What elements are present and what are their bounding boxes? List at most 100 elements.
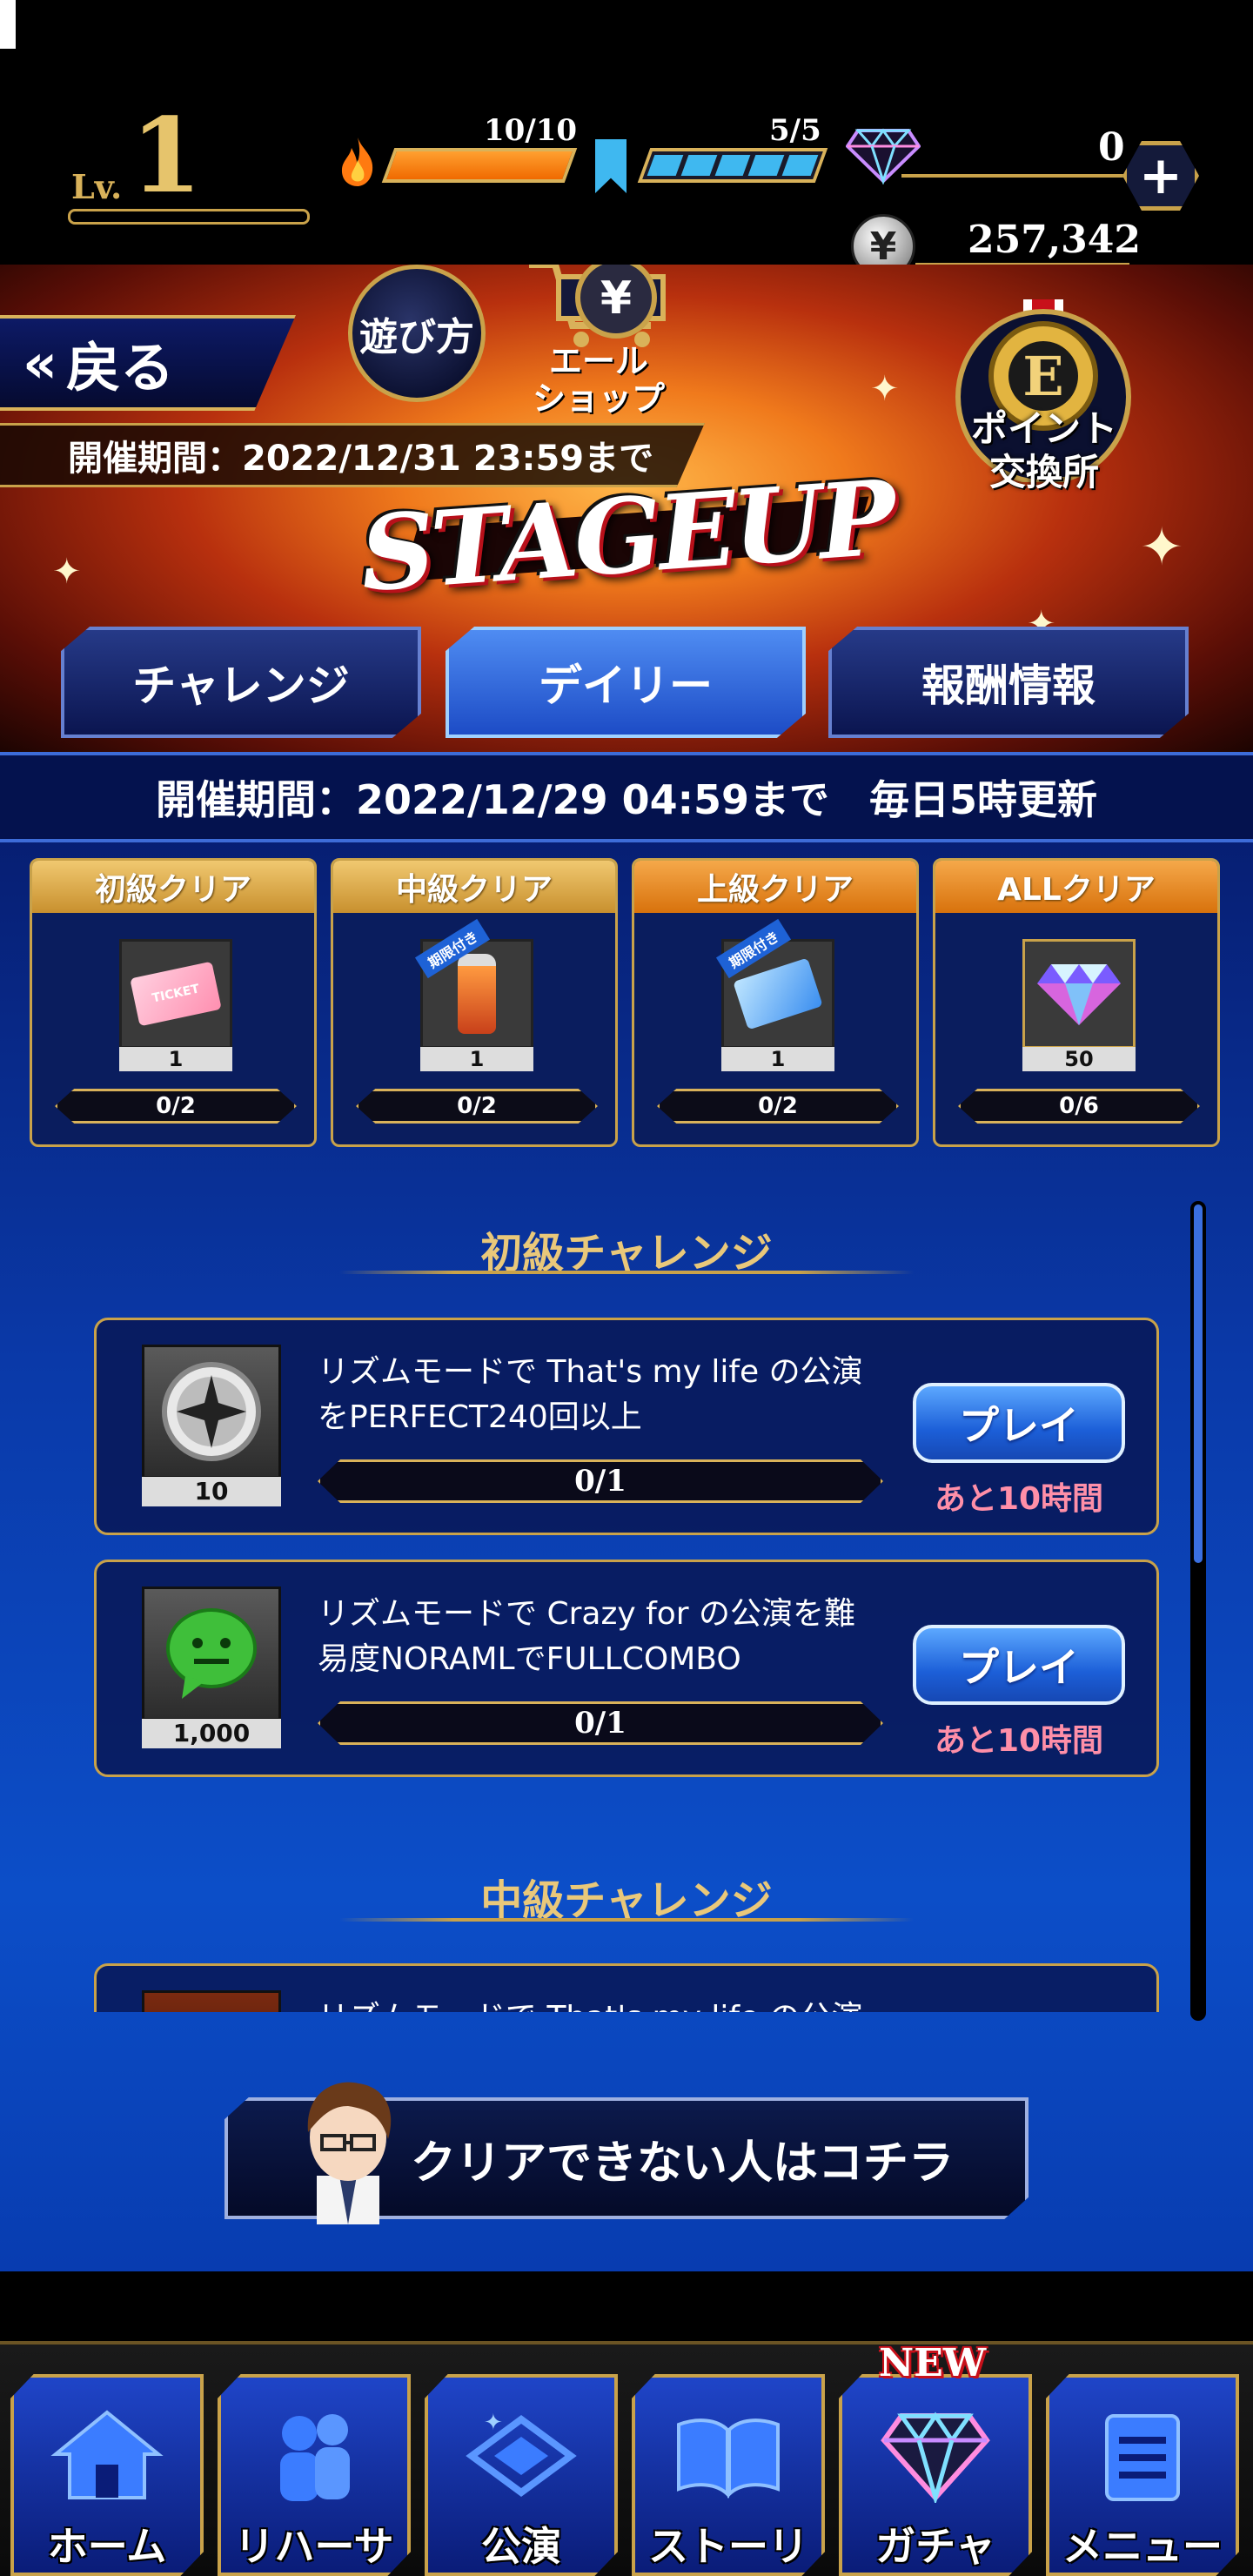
sparkle-icon: ✦	[1140, 517, 1184, 578]
tab-reward-info-label: 報酬情報	[921, 661, 1096, 711]
level-prefix: Lv.	[71, 167, 123, 206]
mission-card: 10 リズムモードで That's my life の公演 をPERFECT24…	[94, 1318, 1159, 1535]
mission-description: リズムモードで That's my life の公演 をPERFECT240回以…	[318, 1350, 927, 1440]
gem-count: 0	[1098, 125, 1125, 170]
time-remaining: あと10時間	[934, 1481, 1104, 1517]
play-button[interactable]: プレイ	[913, 1625, 1125, 1705]
gem-underline	[901, 174, 1136, 178]
reward-card-all[interactable]: ALLクリア 50 0/6	[933, 858, 1220, 1147]
reward-progress: 0/2	[356, 1089, 598, 1124]
nav-gacha[interactable]: ガチャ	[839, 2374, 1032, 2576]
reward-title: 上級クリア	[634, 861, 916, 913]
reward-qty: 1	[420, 1047, 533, 1071]
book-icon	[677, 2418, 780, 2499]
stamina-value: 10/10	[484, 113, 578, 148]
how-to-play-label: 遊び方	[359, 315, 474, 359]
gacha-gem-icon	[881, 2412, 990, 2503]
list-clip: リズムモードで That's my life の公演	[0, 1963, 1253, 2012]
diamond-icon	[1022, 939, 1136, 1049]
nav-stage-label: 公演	[481, 2523, 561, 2570]
nav-menu-label: メニュー	[1062, 2523, 1223, 2570]
nav-stage[interactable]: ✦ 公演	[425, 2374, 618, 2576]
mission-description: リズムモードで Crazy for の公演を難 易度NORAMLでFULLCOM…	[318, 1592, 927, 1682]
star-medal-icon	[142, 1345, 281, 1479]
double-chevron-left-icon: «	[23, 331, 58, 395]
tab-daily-label: デイリー	[539, 661, 713, 711]
mission-reward-qty: 1,000	[142, 1719, 281, 1748]
nav-home[interactable]: ホーム	[10, 2374, 204, 2576]
reward-title: 中級クリア	[333, 861, 615, 913]
back-label: 戻る	[66, 336, 175, 399]
level-value: 1	[131, 95, 203, 216]
bottom-navigation: ホーム リハーサル ✦ 公演 ストーリー ガチャ	[0, 2271, 1253, 2576]
menu-icon	[1105, 2414, 1180, 2501]
blue-ticket-icon: 期限付き	[715, 918, 834, 1049]
nav-rehearsal[interactable]: リハーサル	[218, 2374, 411, 2576]
nav-rehearsal-label: リハーサル	[234, 2523, 394, 2570]
reward-title: 初級クリア	[32, 861, 314, 913]
reward-progress: 0/2	[657, 1089, 899, 1124]
fire-icon	[142, 1990, 281, 2012]
section-rule	[339, 1271, 914, 1274]
mission-reward-qty: 10	[142, 1477, 281, 1506]
mission-text-line1: リズムモードで Crazy for の公演を難	[318, 1596, 856, 1632]
nav-home-label: ホーム	[47, 2523, 167, 2570]
ticket-gauge	[637, 148, 828, 183]
reward-qty: 1	[119, 1047, 232, 1071]
ticket-icon: TICKET	[119, 939, 232, 1049]
mission-progress: 0/1	[318, 1701, 883, 1745]
reward-progress: 0/6	[958, 1089, 1200, 1124]
mission-text-line1: リズムモードで That's my life の公演	[318, 1354, 863, 1390]
shop-label-line1: エール	[548, 342, 648, 380]
daily-content: 開催期間：2022/12/29 04:59まで 毎日5時更新 初級クリア TIC…	[0, 752, 1253, 2271]
bookmark-icon	[595, 139, 626, 193]
tab-reward-info[interactable]: 報酬情報	[828, 627, 1189, 738]
mission-card: リズムモードで That's my life の公演	[94, 1963, 1159, 2012]
reward-card-beginner[interactable]: 初級クリア TICKET 1 0/2	[30, 858, 317, 1147]
point-exchange-line2: 交換所	[988, 450, 1099, 493]
new-badge: NEW	[879, 2341, 987, 2385]
event-banner: ✦ ✦ ✦ ✦ ✦ ✦ « 戻る 遊び方 ¥ エール ショップ 開催期間：202…	[0, 265, 1253, 752]
mission-text-line1: リズムモードで That's my life の公演	[318, 1996, 927, 2012]
back-button[interactable]: « 戻る	[0, 315, 296, 411]
level-underline	[68, 209, 310, 225]
flame-icon	[341, 138, 373, 186]
nav-menu[interactable]: メニュー	[1046, 2374, 1239, 2576]
cheer-shop-button[interactable]: ¥ エール ショップ	[520, 265, 677, 421]
how-to-play-button[interactable]: 遊び方	[348, 265, 486, 402]
shop-label-line2: ショップ	[532, 379, 665, 418]
svg-text:¥: ¥	[600, 272, 632, 325]
reward-card-advanced[interactable]: 上級クリア 期限付き 1 0/2	[632, 858, 919, 1147]
reward-title: ALLクリア	[935, 861, 1217, 913]
sparkle-icon: ✦	[870, 369, 900, 409]
reward-qty: 1	[721, 1047, 834, 1071]
scrollbar-thumb[interactable]	[1194, 1204, 1203, 1563]
rehearsal-icon	[280, 2414, 350, 2501]
reward-progress: 0/2	[55, 1089, 297, 1124]
tab-daily[interactable]: デイリー	[446, 627, 806, 738]
point-exchange-line1: ポイント	[970, 407, 1117, 450]
tab-challenge[interactable]: チャレンジ	[61, 627, 421, 738]
mission-progress: 0/1	[318, 1459, 883, 1503]
drink-bottle-icon: 期限付き	[414, 918, 533, 1049]
ticket-value: 5/5	[769, 113, 821, 148]
time-remaining: あと10時間	[934, 1723, 1104, 1759]
reward-card-intermediate[interactable]: 中級クリア 期限付き 1 0/2	[331, 858, 618, 1147]
svg-text:E: E	[1022, 345, 1063, 408]
tab-challenge-label: チャレンジ	[132, 661, 350, 711]
help-button-label: クリアできない人はコチラ	[411, 2136, 955, 2190]
nav-story-label: ストーリー	[648, 2523, 808, 2570]
nav-gacha-label: ガチャ	[875, 2523, 995, 2570]
nav-story[interactable]: ストーリー	[632, 2374, 825, 2576]
yen-amount: 257,342	[968, 218, 1142, 262]
reward-qty: 50	[1022, 1047, 1136, 1071]
stamina-gauge	[381, 148, 578, 183]
add-gems-button[interactable]: +	[1122, 141, 1199, 211]
mission-text-line2: 易度NORAMLでFULLCOMBO	[318, 1640, 741, 1677]
sparkle-icon: ✦	[52, 552, 82, 592]
daily-period: 開催期間：2022/12/29 04:59まで 毎日5時更新	[0, 752, 1253, 842]
mission-text-line2: をPERFECT240回以上	[318, 1399, 642, 1435]
play-button[interactable]: プレイ	[913, 1383, 1125, 1463]
stage-icon: ✦	[466, 2410, 577, 2497]
home-icon	[50, 2410, 164, 2499]
